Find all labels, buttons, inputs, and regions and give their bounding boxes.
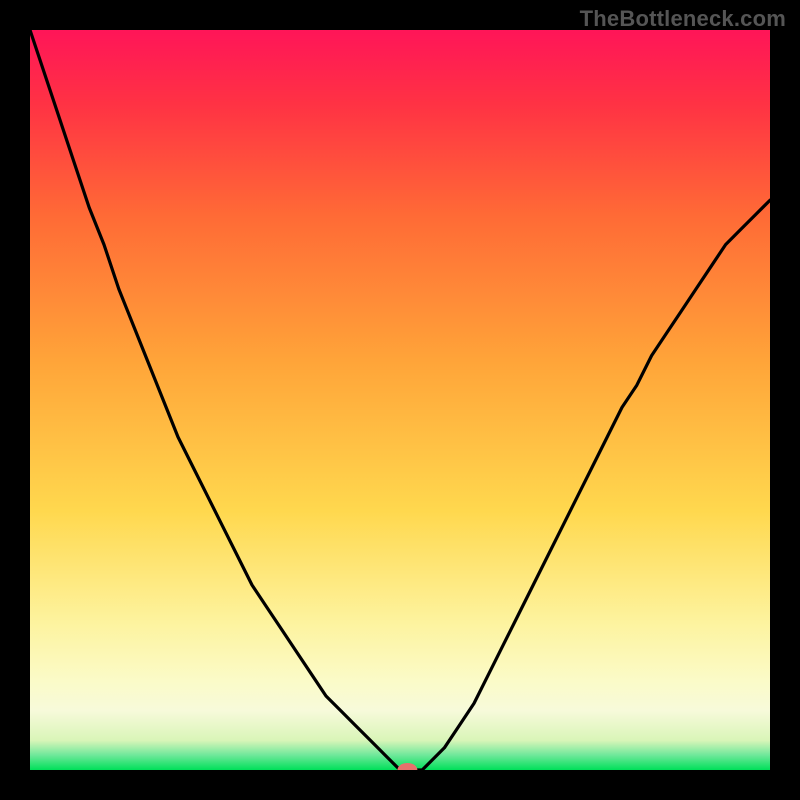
- watermark-label: TheBottleneck.com: [580, 6, 786, 32]
- chart-plot: [30, 30, 770, 770]
- chart-frame: TheBottleneck.com: [0, 0, 800, 800]
- gradient-background: [30, 30, 770, 770]
